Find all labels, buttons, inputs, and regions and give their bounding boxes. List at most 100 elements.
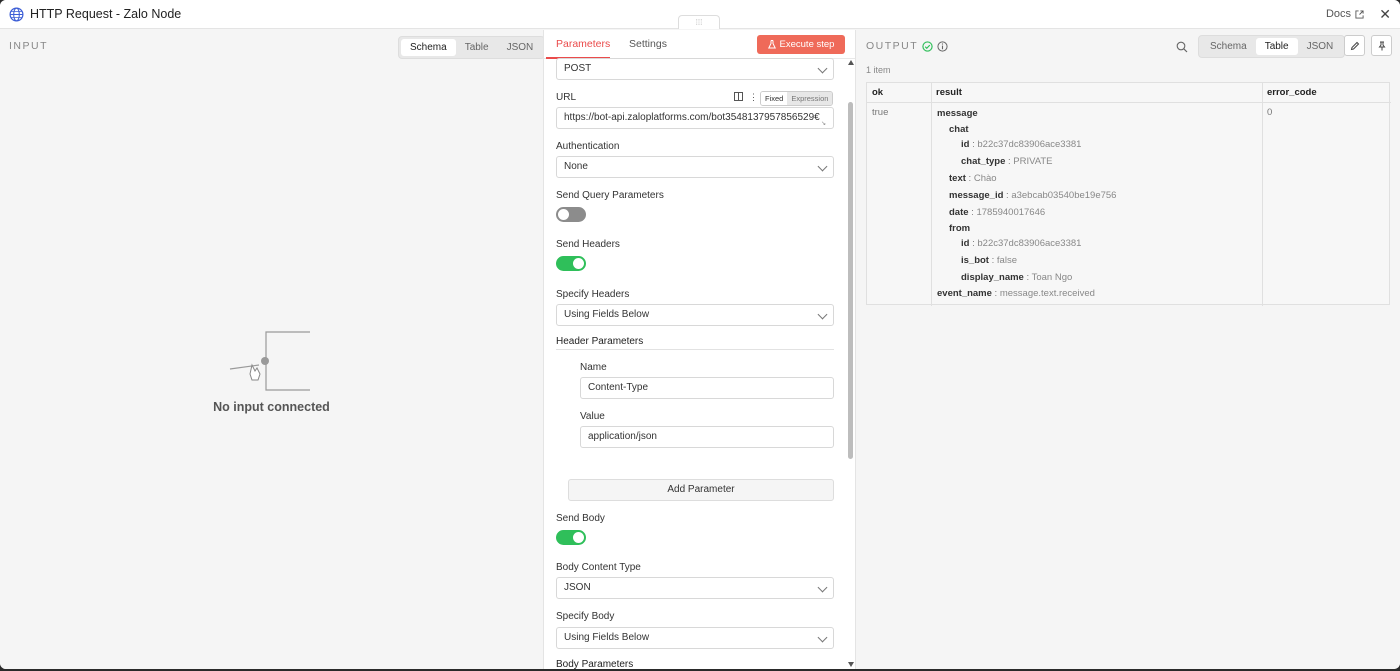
header-value-label: Value — [580, 411, 605, 422]
output-panel: OUTPUT Schema Table JSON 1 item ok resul… — [857, 30, 1400, 669]
method-value: POST — [564, 63, 592, 74]
fixed-mode-option[interactable]: Fixed — [761, 92, 788, 105]
pin-icon — [1378, 41, 1385, 50]
flask-icon — [767, 40, 776, 49]
header-name-value: Content-Type — [588, 382, 649, 393]
close-icon[interactable]: ✕ — [1379, 6, 1391, 23]
tree-text: text : Chào — [949, 173, 997, 184]
input-tab-json[interactable]: JSON — [498, 39, 543, 56]
url-value: https://bot-api.zaloplatforms.com/bot354… — [564, 112, 820, 123]
header-value-input[interactable]: application/json — [580, 426, 834, 448]
input-tab-schema[interactable]: Schema — [401, 39, 456, 56]
chevron-down-icon — [817, 632, 828, 643]
chevron-down-icon — [817, 63, 828, 74]
header-parameters-title: Header Parameters — [556, 336, 644, 347]
input-heading: INPUT — [9, 40, 48, 52]
tree-chat: chat — [949, 124, 969, 135]
docs-link[interactable]: Docs — [1326, 8, 1364, 20]
svg-text:↘: ↘ — [821, 121, 826, 126]
authentication-select[interactable]: None — [556, 156, 834, 178]
output-tab-json[interactable]: JSON — [1298, 38, 1343, 55]
no-input-message: No input connected — [213, 400, 330, 414]
scroll-thumb[interactable] — [848, 102, 853, 459]
header-divider — [867, 102, 1391, 103]
tree-from-id: id : b22c37dc83906ace3381 — [961, 238, 1082, 249]
pin-data-button[interactable] — [1371, 35, 1392, 56]
section-divider — [556, 349, 834, 350]
body-content-type-label: Body Content Type — [556, 562, 641, 573]
info-icon[interactable] — [937, 40, 948, 52]
url-input[interactable]: https://bot-api.zaloplatforms.com/bot354… — [556, 107, 834, 129]
chevron-down-icon — [817, 161, 828, 172]
column-divider — [931, 83, 932, 306]
edit-output-button[interactable] — [1344, 35, 1365, 56]
external-link-icon — [1355, 9, 1364, 19]
send-body-toggle[interactable] — [556, 530, 586, 545]
tree-chat-id: id : b22c37dc83906ace3381 — [961, 139, 1082, 150]
cell-error-code: 0 — [1267, 107, 1273, 118]
send-body-label: Send Body — [556, 513, 605, 524]
specify-body-value: Using Fields Below — [564, 632, 650, 643]
body-parameters-title: Body Parameters — [556, 659, 634, 669]
input-tab-table[interactable]: Table — [456, 39, 498, 56]
success-check-icon — [922, 40, 933, 52]
expand-icon[interactable]: ↘ — [821, 119, 830, 126]
specify-headers-value: Using Fields Below — [564, 309, 650, 320]
specify-headers-select[interactable]: Using Fields Below — [556, 304, 834, 326]
toggle-knob — [573, 532, 584, 543]
tab-parameters[interactable]: Parameters — [556, 38, 610, 50]
tree-message-id: message_id : a3ebcab03540be19e756 — [949, 190, 1117, 201]
send-headers-label: Send Headers — [556, 239, 620, 250]
execute-step-label: Execute step — [779, 39, 835, 50]
specify-body-label: Specify Body — [556, 611, 615, 622]
input-panel: INPUT Schema Table JSON No input connect… — [0, 30, 546, 669]
parameters-panel: Parameters Settings Execute step POST UR… — [543, 30, 856, 669]
send-query-label: Send Query Parameters — [556, 190, 664, 201]
panel-drag-handle[interactable]: ⁞⁞⁞ — [678, 15, 720, 29]
tree-chat-type: chat_type : PRIVATE — [961, 156, 1053, 167]
column-divider — [1262, 83, 1263, 306]
chevron-down-icon — [817, 582, 828, 593]
body-content-type-value: JSON — [564, 582, 591, 593]
tree-is-bot: is_bot : false — [961, 255, 1017, 266]
window-title: HTTP Request - Zalo Node — [30, 7, 182, 21]
authentication-label: Authentication — [556, 141, 620, 152]
output-tab-table[interactable]: Table — [1255, 38, 1298, 55]
send-headers-toggle[interactable] — [556, 256, 586, 271]
header-value-value: application/json — [588, 431, 657, 442]
panel-toggle-icon[interactable] — [734, 92, 743, 101]
header-name-input[interactable]: Content-Type — [580, 377, 834, 399]
output-header: OUTPUT — [866, 40, 948, 52]
body-content-type-select[interactable]: JSON — [556, 577, 834, 599]
expression-mode-option[interactable]: Expression — [787, 92, 833, 105]
output-heading: OUTPUT — [866, 40, 919, 52]
column-header-result: result — [936, 87, 962, 98]
cell-ok: true — [872, 107, 889, 118]
url-label: URL — [556, 92, 577, 103]
more-options-icon[interactable]: ⋮ — [749, 92, 758, 103]
execute-step-button[interactable]: Execute step — [757, 35, 845, 54]
tab-settings[interactable]: Settings — [629, 38, 667, 50]
scroll-up-icon[interactable] — [848, 60, 854, 65]
header-name-label: Name — [580, 362, 607, 373]
chevron-down-icon — [817, 309, 828, 320]
specify-headers-label: Specify Headers — [556, 289, 630, 300]
output-view-switcher: Schema Table JSON — [1198, 35, 1346, 58]
globe-icon — [9, 7, 24, 21]
output-tab-schema[interactable]: Schema — [1201, 38, 1256, 55]
tree-message: message — [937, 108, 978, 119]
method-select[interactable]: POST — [556, 58, 834, 80]
items-count: 1 item — [866, 65, 891, 75]
toggle-knob — [558, 209, 569, 220]
tree-from: from — [949, 223, 971, 234]
parameters-tab-bar: Parameters Settings Execute step — [544, 30, 855, 59]
scroll-down-icon[interactable] — [848, 662, 854, 667]
add-parameter-button[interactable]: Add Parameter — [568, 479, 834, 501]
docs-label: Docs — [1325, 8, 1351, 20]
output-table: ok result error_code true 0 message chat… — [866, 82, 1391, 306]
specify-body-select[interactable]: Using Fields Below — [556, 627, 834, 649]
search-icon[interactable] — [1176, 41, 1188, 53]
authentication-value: None — [564, 161, 588, 172]
parameters-scrollbar[interactable] — [847, 60, 855, 668]
send-query-toggle[interactable] — [556, 207, 586, 222]
